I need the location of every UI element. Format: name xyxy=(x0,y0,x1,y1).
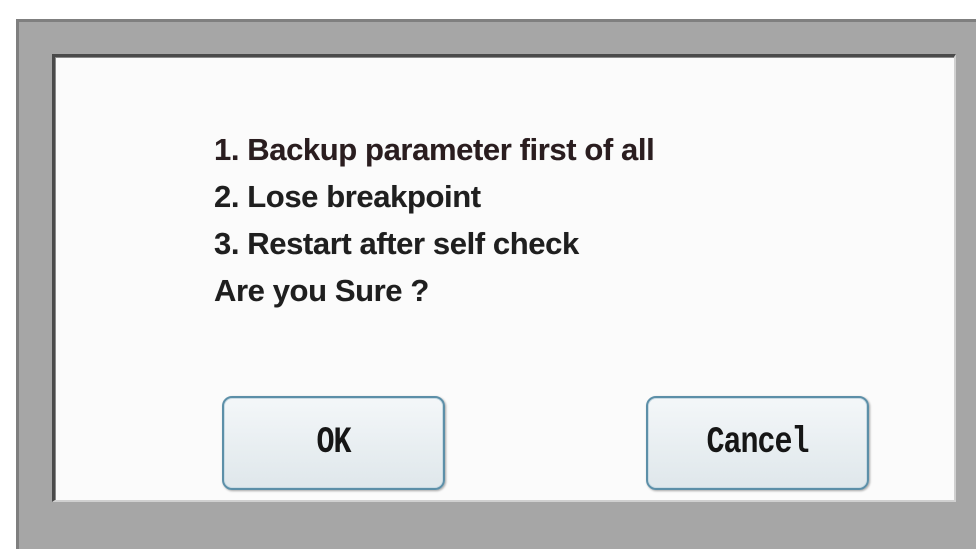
confirm-question: Are you Sure ? xyxy=(214,273,429,308)
screen: 1. Backup parameter first of all 2. Lose… xyxy=(0,0,976,549)
cancel-button-label: Cancel xyxy=(706,421,809,465)
message-line-2: 2. Lose breakpoint xyxy=(214,179,481,214)
message-line-1: 1. Backup parameter first of all xyxy=(214,132,655,167)
cancel-button[interactable]: Cancel xyxy=(646,396,869,490)
ok-button[interactable]: OK xyxy=(222,396,445,490)
dialog-message: 1. Backup parameter first of all 2. Lose… xyxy=(214,126,894,314)
ok-button-label: OK xyxy=(316,421,351,465)
message-line-3: 3. Restart after self check xyxy=(214,226,579,261)
